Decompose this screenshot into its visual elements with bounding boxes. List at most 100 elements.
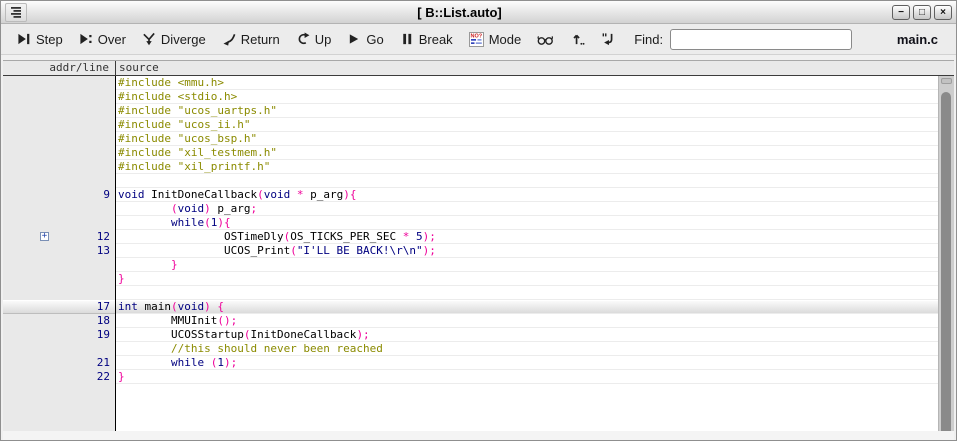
trace32-list-window: [ B::List.auto] − □ × Step Over Diverge	[0, 0, 957, 441]
code-row[interactable]: #include <stdio.h>	[3, 90, 938, 104]
code-row[interactable]	[3, 286, 938, 300]
line-number: 18	[97, 314, 110, 327]
go-icon	[347, 32, 361, 46]
up-label: Up	[315, 32, 332, 47]
minimize-button[interactable]: −	[892, 5, 910, 20]
code-row[interactable]: #include "xil_printf.h"	[3, 160, 938, 174]
code-line: #include "ucos_uartps.h"	[116, 104, 938, 118]
code-row[interactable]: while(1){	[3, 216, 938, 230]
listing: addr/line source #include <mmu.h>#includ…	[1, 60, 956, 440]
eyeglasses-icon	[537, 32, 554, 46]
window-menu-button[interactable]	[5, 3, 27, 22]
code-row[interactable]: 17int main(void) {	[3, 300, 938, 314]
code-line	[116, 174, 938, 188]
titlebar[interactable]: [ B::List.auto] − □ ×	[1, 1, 956, 24]
return-button[interactable]: Return	[214, 27, 288, 51]
break-button[interactable]: Break	[392, 27, 461, 51]
code-row[interactable]: 21 while (1);	[3, 356, 938, 370]
close-button[interactable]: ×	[934, 5, 952, 20]
vertical-scrollbar[interactable]	[938, 76, 954, 431]
code-row[interactable]: //this should never been reached	[3, 342, 938, 356]
code-line: }	[116, 370, 938, 384]
code-line: int main(void) {	[116, 300, 938, 314]
line-gutter	[3, 118, 116, 132]
column-header: addr/line source	[3, 60, 954, 76]
code-row[interactable]: #include "xil_testmem.h"	[3, 146, 938, 160]
mode-label: Mode	[489, 32, 522, 47]
code-line: //this should never been reached	[116, 342, 938, 356]
code-line: }	[116, 272, 938, 286]
window-controls: − □ ×	[892, 5, 952, 20]
line-gutter	[3, 216, 116, 230]
line-gutter	[3, 160, 116, 174]
diverge-button[interactable]: Diverge	[134, 27, 214, 51]
line-gutter: 9	[3, 188, 116, 202]
code-row[interactable]: 18 MMUInit();	[3, 314, 938, 328]
file-name: main.c	[897, 32, 938, 47]
line-gutter: 17	[3, 300, 116, 314]
over-label: Over	[98, 32, 126, 47]
line-gutter	[3, 202, 116, 216]
code-line: #include "ucos_ii.h"	[116, 118, 938, 132]
break-label: Break	[419, 32, 453, 47]
over-icon	[79, 32, 93, 46]
go-button[interactable]: Go	[339, 27, 391, 51]
line-gutter	[3, 104, 116, 118]
code-line: #include <stdio.h>	[116, 90, 938, 104]
expand-toggle[interactable]: +	[40, 232, 49, 241]
find-next-button[interactable]	[593, 27, 624, 51]
line-number: 21	[97, 356, 110, 369]
line-gutter: 21	[3, 356, 116, 370]
line-number: 12	[97, 230, 110, 243]
line-gutter: 22	[3, 370, 116, 384]
view-button[interactable]	[529, 27, 562, 51]
find-prev-button[interactable]	[562, 27, 593, 51]
code-row[interactable]: #include "ucos_bsp.h"	[3, 132, 938, 146]
code-row[interactable]: }	[3, 272, 938, 286]
find-input[interactable]	[670, 29, 852, 50]
line-gutter	[3, 272, 116, 286]
line-number: 9	[103, 188, 110, 201]
line-gutter	[3, 90, 116, 104]
code-row[interactable]: #include <mmu.h>	[3, 76, 938, 90]
step-button[interactable]: Step	[9, 27, 71, 51]
code-row[interactable]	[3, 174, 938, 188]
line-number: 13	[97, 244, 110, 257]
code-row[interactable]: #include "ucos_ii.h"	[3, 118, 938, 132]
code-line: #include "ucos_bsp.h"	[116, 132, 938, 146]
code-line: #include "xil_printf.h"	[116, 160, 938, 174]
scrollbar-thumb[interactable]	[941, 92, 951, 431]
line-gutter	[3, 76, 116, 90]
mode-icon: NO?	[469, 32, 484, 47]
code-row[interactable]: +12 OSTimeDly(OS_TICKS_PER_SEC * 5);	[3, 230, 938, 244]
window-title: [ B::List.auto]	[27, 5, 892, 20]
code-row[interactable]: 19 UCOSStartup(InitDoneCallback);	[3, 328, 938, 342]
code-line: (void) p_arg;	[116, 202, 938, 216]
return-label: Return	[241, 32, 280, 47]
code-row[interactable]: 9void InitDoneCallback(void * p_arg){	[3, 188, 938, 202]
svg-text:NO?: NO?	[470, 33, 482, 39]
up-button[interactable]: Up	[288, 27, 340, 51]
code-row[interactable]: }	[3, 258, 938, 272]
code-row[interactable]: 22}	[3, 370, 938, 384]
over-button[interactable]: Over	[71, 27, 134, 51]
code-row[interactable]: #include "ucos_uartps.h"	[3, 104, 938, 118]
code-row[interactable]: (void) p_arg;	[3, 202, 938, 216]
step-icon	[17, 32, 31, 46]
maximize-button[interactable]: □	[913, 5, 931, 20]
line-number: 19	[97, 328, 110, 341]
line-number: 22	[97, 370, 110, 383]
line-gutter	[3, 146, 116, 160]
code-line: UCOSStartup(InitDoneCallback);	[116, 328, 938, 342]
scrollbar-grip[interactable]	[941, 78, 952, 84]
line-gutter: 18	[3, 314, 116, 328]
code-body: #include <mmu.h>#include <stdio.h>#inclu…	[3, 76, 954, 431]
code-row[interactable]: 13 UCOS_Print("I'LL BE BACK!\r\n");	[3, 244, 938, 258]
mode-button[interactable]: NO? Mode	[461, 27, 530, 51]
line-gutter: +12	[3, 230, 116, 244]
code-line	[116, 286, 938, 300]
diverge-icon	[142, 32, 156, 46]
code-rows[interactable]: #include <mmu.h>#include <stdio.h>#inclu…	[3, 76, 938, 431]
bottom-strip	[3, 431, 954, 440]
code-line: MMUInit();	[116, 314, 938, 328]
